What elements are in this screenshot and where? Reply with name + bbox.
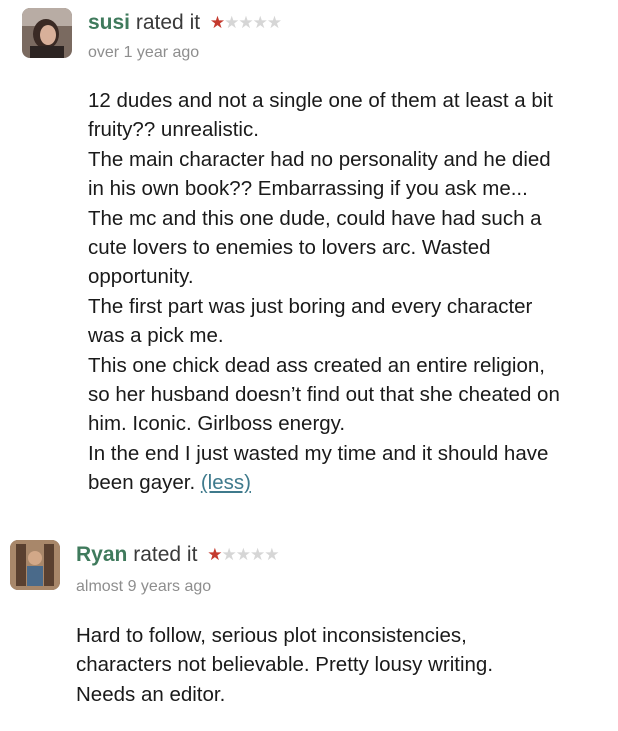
review-body: Hard to follow, serious plot inconsisten… [76, 621, 493, 709]
star-filled-icon: ★ [207, 545, 222, 564]
star-empty-icon: ★ [250, 545, 265, 564]
show-less-link[interactable]: (less) [201, 471, 251, 494]
review-body: 12 dudes and not a single one of them at… [88, 86, 560, 498]
star-empty-icon: ★ [235, 545, 251, 564]
user-photo-icon [10, 540, 60, 590]
rated-label: rated it [135, 11, 201, 34]
review-text-line-last: been gayer. (less) [88, 468, 560, 497]
star-empty-icon: ★ [224, 13, 239, 32]
star-empty-icon: ★ [264, 545, 279, 564]
star-rating: ★★★★★ [207, 542, 279, 568]
review-header: susi rated it ★★★★★ [88, 10, 282, 36]
review-timestamp[interactable]: over 1 year ago [88, 44, 199, 62]
star-empty-icon: ★ [238, 13, 253, 32]
review-text-line: The main character had no personality an… [88, 147, 551, 171]
star-filled-icon: ★ [209, 13, 225, 32]
review-text-line: characters not believable. Pretty lousy … [76, 653, 494, 677]
review-text-line: This one chick dead ass created an entir… [88, 353, 545, 377]
review-text-line: 12 dudes and not a single one of them at… [88, 89, 553, 112]
review-text-line: him. Iconic. Girlboss energy. [88, 412, 346, 436]
review-header: Ryan rated it ★★★★★ [76, 542, 280, 568]
star-empty-icon: ★ [252, 13, 268, 32]
review-text-line: The first part was just boring and every… [88, 294, 533, 318]
avatar[interactable] [22, 8, 72, 58]
review-item: Ryan rated it ★★★★★ almost 9 years ago H… [0, 520, 618, 731]
review-text-line: was a pick me. [88, 324, 224, 348]
review-text-line: so her husband doesn’t find out that she… [88, 383, 560, 407]
username-link[interactable]: susi [88, 11, 130, 34]
star-rating: ★★★★★ [209, 10, 282, 36]
star-empty-icon: ★ [221, 545, 237, 564]
review-text-line: opportunity. [88, 265, 194, 289]
review-text-line: cute lovers to enemies to lovers arc. Wa… [88, 236, 491, 260]
review-text-line: Needs an editor. [76, 682, 226, 706]
user-photo-icon [22, 8, 72, 58]
review-item: susi rated it ★★★★★ over 1 year ago 12 d… [0, 0, 618, 510]
avatar[interactable] [10, 540, 60, 590]
review-text-line: The mc and this one dude, could have had… [88, 206, 542, 230]
review-text-line: in his own book?? Embarrassing if you as… [88, 177, 528, 201]
username-link[interactable]: Ryan [76, 543, 127, 566]
review-timestamp[interactable]: almost 9 years ago [76, 578, 211, 596]
rated-label: rated it [133, 543, 198, 566]
review-text-line: Hard to follow, serious plot inconsisten… [76, 624, 467, 647]
review-text-line: In the end I just wasted my time and it … [88, 441, 549, 465]
star-empty-icon: ★ [266, 13, 282, 32]
review-text-line: fruity?? unrealistic. [88, 118, 259, 142]
review-text-last-fragment: been gayer. [88, 471, 196, 495]
